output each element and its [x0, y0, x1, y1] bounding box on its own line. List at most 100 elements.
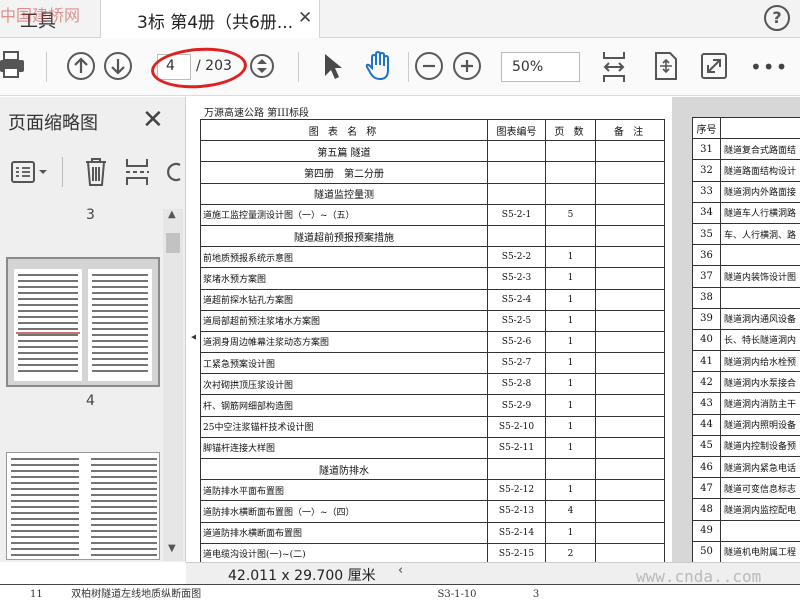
drawing-name: 浆堵水预方案图	[200, 267, 488, 290]
previous-page-icon[interactable]	[67, 52, 95, 80]
drawing-name: 道局部超前预注浆堵水方案图	[200, 309, 488, 332]
drawing-name: 隧道洞内照明设备	[720, 413, 800, 436]
insert-page-icon[interactable]	[124, 157, 150, 187]
table-row: 44 隧道洞内照明设备	[692, 413, 800, 436]
drawing-name: 隧道洞内水泵接合	[720, 371, 800, 394]
document-view[interactable]: 万源高速公路 第III标段 图 表 名 称 图表编号 页 数 备 注 第五篇 隧…	[196, 97, 800, 562]
trash-icon[interactable]	[84, 157, 108, 187]
drawing-pages: 1	[545, 373, 596, 396]
drawing-name: 道防排水横断面布置图（一）~（四）	[200, 500, 488, 523]
row-number: 32	[692, 159, 721, 182]
drawing-code: S5-2-11	[487, 436, 546, 460]
select-pointer-icon[interactable]	[322, 52, 344, 80]
drawing-name: 隧道洞内外路面接	[720, 180, 800, 203]
zoom-in-icon[interactable]	[453, 52, 481, 80]
zoom-level-dropdown[interactable]: 50% ▼	[501, 52, 580, 82]
row-number: 42	[692, 371, 721, 394]
drawing-name: 杆、钢筋网细部构造图	[200, 394, 488, 417]
fit-width-icon[interactable]	[600, 50, 628, 84]
full-screen-icon[interactable]	[701, 52, 727, 80]
drawing-code: S5-2-2	[487, 246, 546, 269]
drawing-name: 隧道洞内通风设备	[720, 307, 800, 330]
drawing-name: 隧道车人行横洞路	[720, 201, 800, 224]
hand-tool-icon[interactable]	[364, 50, 394, 82]
more-options-icon[interactable]: •••	[750, 55, 788, 79]
drawing-pages: 1	[545, 246, 596, 269]
drawing-name	[720, 244, 800, 267]
drawing-name: 次衬砌拱顶压浆设计图	[200, 373, 488, 396]
table-row: 41 隧道洞内给水栓预	[692, 350, 800, 373]
drawing-name: 隧道洞内消防主干	[720, 392, 800, 415]
row-number: 33	[692, 180, 721, 203]
scroll-down-icon[interactable]: ▼	[168, 543, 176, 554]
scroll-up-icon[interactable]: ▲	[168, 209, 176, 220]
row-number: 44	[692, 413, 721, 436]
rotate-page-icon[interactable]	[166, 161, 182, 183]
thumbnail-options-icon[interactable]	[10, 159, 48, 185]
drawing-pages: 1	[545, 394, 596, 417]
scroll-left-icon[interactable]: ‹	[398, 563, 403, 578]
table-header-row: 图 表 名 称 图表编号 页 数 备 注	[200, 118, 665, 142]
row-number: 45	[692, 434, 721, 458]
table-header-row: 序号	[692, 116, 800, 140]
drawing-pages: 1	[545, 415, 596, 438]
section-row: 第四册 第二分册	[200, 161, 665, 184]
print-icon[interactable]	[0, 50, 24, 80]
drawing-name	[720, 286, 800, 309]
drawing-pages: 1	[545, 330, 596, 354]
drawing-name: 隧道洞内给水栓预	[720, 350, 800, 373]
page-number-input[interactable]: 4	[157, 54, 191, 80]
table-row: 道道防排水横断面布置图 S5-2-14 1	[200, 521, 665, 544]
zoom-out-icon[interactable]	[415, 52, 443, 80]
toolbar-divider	[298, 52, 299, 82]
drawing-pages: 3	[532, 589, 540, 600]
table-row: 11 双柏树隧道左线地质纵断面图 S3-1-10 3	[30, 585, 539, 600]
next-page-icon[interactable]	[104, 52, 132, 80]
table-row: 48 隧道洞内监控配电	[692, 498, 800, 521]
column-header-name: 图 表 名 称	[200, 118, 488, 142]
drawing-name: 25中空注浆锚杆技术设计图	[200, 415, 488, 438]
drawing-name: 隧道路面结构设计	[720, 159, 800, 182]
close-icon[interactable]: ✕	[142, 105, 164, 135]
drawing-pages: 1	[545, 288, 596, 311]
drawing-name: 前地质预报系统示意图	[200, 246, 488, 269]
column-header-pages: 页 数	[545, 118, 596, 142]
panel-scrollbar[interactable]: ▲ ▼	[163, 209, 183, 561]
row-number: 36	[692, 244, 721, 267]
tab-document-label: 3标 第4册（共6册...	[137, 13, 294, 33]
drawing-pages: 2	[545, 542, 596, 562]
watermark-url: www.cnda..com	[636, 567, 762, 586]
table-row: 49	[692, 519, 800, 542]
row-number: 41	[692, 350, 721, 373]
row-number: 11	[30, 589, 43, 600]
table-row: 39 隧道洞内通风设备	[692, 307, 800, 330]
row-number: 46	[692, 455, 721, 479]
drawing-name: 道电缆沟设计图(一)~(二)	[200, 542, 488, 562]
help-icon[interactable]: ?	[764, 5, 790, 31]
row-number: 31	[692, 138, 721, 161]
drawing-name: 双柏树隧道左线地质纵断面图	[71, 589, 202, 600]
tab-document[interactable]: 3标 第4册（共6册...	[100, 0, 320, 38]
table-row: 34 隧道车人行横洞路	[692, 201, 800, 224]
page-thumbnail-3[interactable]	[6, 257, 160, 387]
background-document-strip: 11 双柏树隧道左线地质纵断面图 S3-1-10 3	[0, 584, 800, 600]
drawing-name: 隧道机电附属工程	[720, 540, 800, 562]
drawing-code: S5-2-12	[487, 479, 546, 502]
table-row: 25中空注浆锚杆技术设计图 S5-2-10 1	[200, 415, 665, 438]
drawing-code: S5-2-14	[487, 521, 546, 544]
scrollbar-thumb[interactable]	[166, 233, 180, 253]
drawing-name: 工紧急预案设计图	[200, 352, 488, 375]
rotate-view-icon[interactable]	[652, 51, 678, 81]
page-thumbnail-4[interactable]	[6, 452, 160, 560]
page-navigation-stepper-icon[interactable]	[250, 54, 274, 78]
drawing-code: S3-1-10	[437, 589, 477, 600]
drawing-pages: 5	[545, 203, 596, 226]
row-number: 47	[692, 477, 721, 500]
drawing-name: 道施工监控量测设计图（一）~（五）	[200, 203, 488, 226]
watermark-logo: 中国建桥网	[0, 6, 81, 25]
drawing-pages: 1	[545, 267, 596, 290]
tab-close-icon[interactable]: ✕	[298, 8, 314, 28]
column-header-remarks: 备 注	[595, 118, 665, 142]
table-row: 道施工监控量测设计图（一）~（五） S5-2-1 5	[200, 203, 665, 226]
section-row: 隧道超前预报预案措施	[200, 224, 665, 248]
